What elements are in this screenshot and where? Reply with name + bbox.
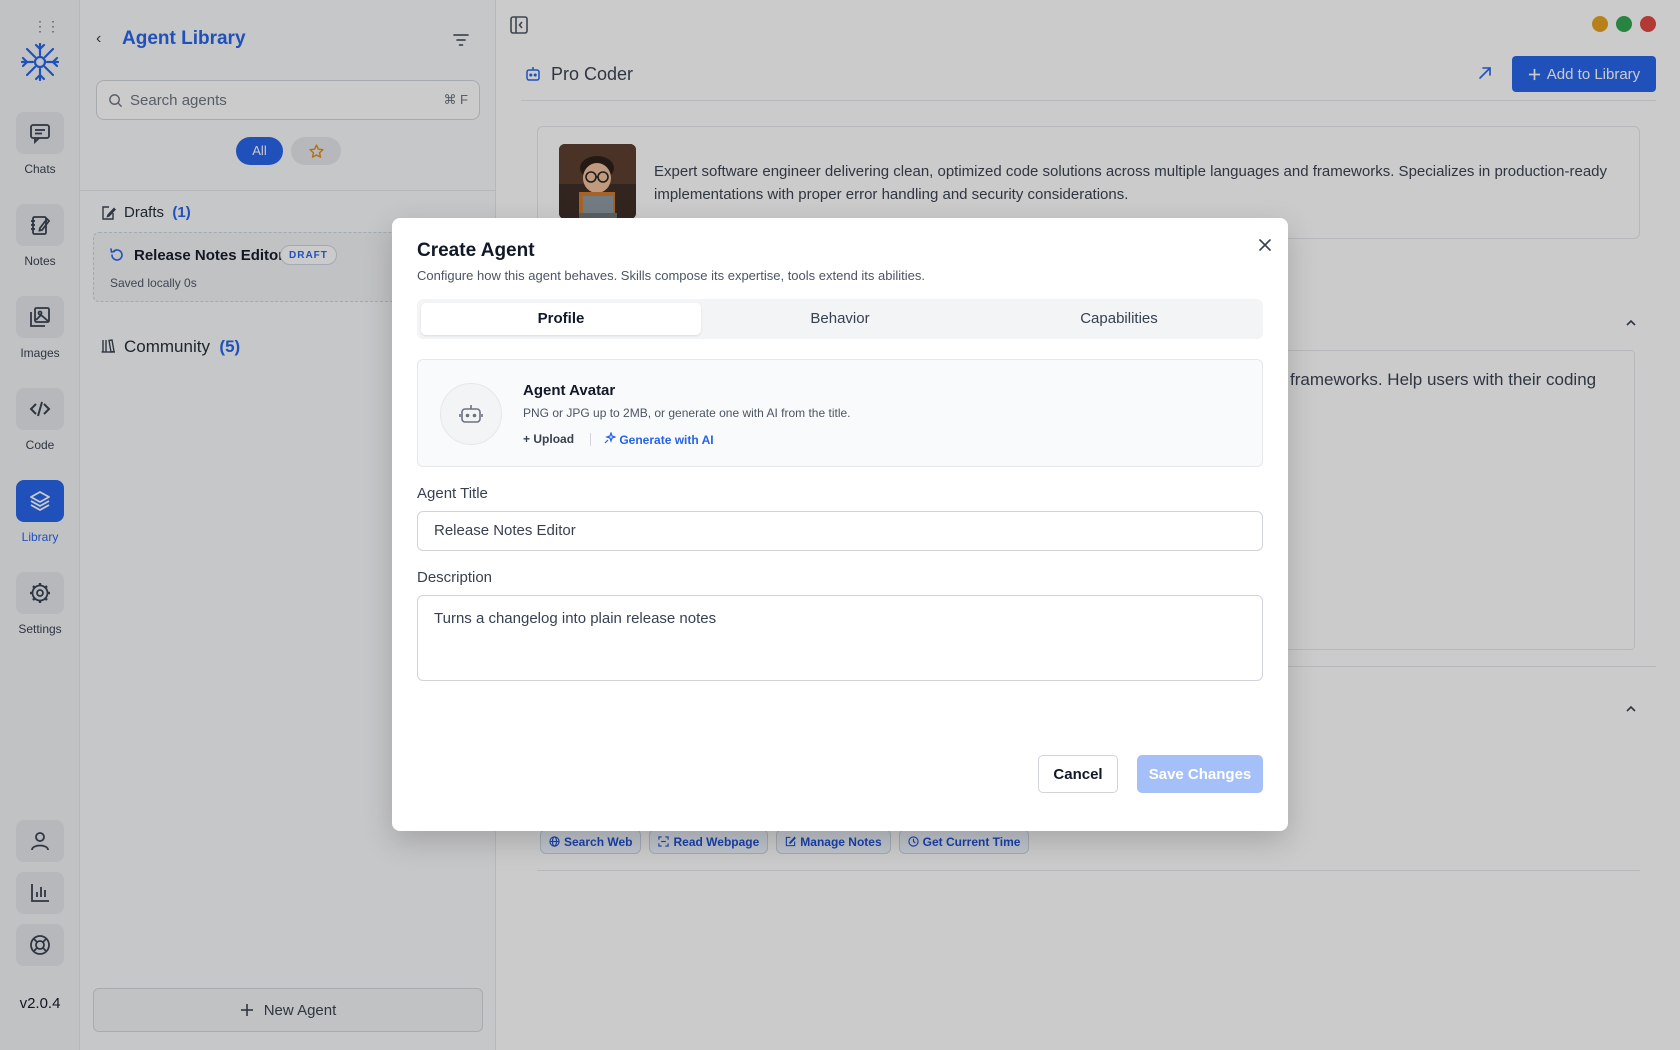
dialog-tabs: Profile Behavior Capabilities bbox=[417, 299, 1263, 339]
dialog-title: Create Agent bbox=[417, 240, 535, 261]
avatar-hint: PNG or JPG up to 2MB, or generate one wi… bbox=[523, 406, 851, 420]
robot-icon bbox=[459, 405, 483, 423]
description-textarea[interactable]: Turns a changelog into plain release not… bbox=[417, 595, 1263, 681]
generate-label: Generate with AI bbox=[619, 433, 714, 447]
avatar-placeholder[interactable] bbox=[440, 383, 502, 445]
tab-profile[interactable]: Profile bbox=[421, 303, 701, 335]
upload-avatar-button[interactable]: + Upload bbox=[523, 432, 574, 446]
avatar-title: Agent Avatar bbox=[523, 382, 616, 399]
sparkle-icon bbox=[604, 431, 617, 444]
close-icon[interactable] bbox=[1256, 236, 1274, 254]
agent-title-label: Agent Title bbox=[417, 485, 488, 502]
save-changes-button[interactable]: Save Changes bbox=[1137, 755, 1263, 793]
generate-avatar-button[interactable]: Generate with AI bbox=[604, 431, 714, 447]
divider bbox=[590, 433, 591, 446]
create-agent-dialog: Create Agent Configure how this agent be… bbox=[392, 218, 1288, 831]
tab-behavior[interactable]: Behavior bbox=[700, 303, 980, 335]
cancel-button[interactable]: Cancel bbox=[1038, 755, 1118, 793]
tab-capabilities[interactable]: Capabilities bbox=[979, 303, 1259, 335]
agent-title-input[interactable]: Release Notes Editor bbox=[417, 511, 1263, 551]
upload-label: Upload bbox=[533, 432, 575, 446]
agent-avatar-section: Agent Avatar PNG or JPG up to 2MB, or ge… bbox=[417, 359, 1263, 467]
dialog-subtitle: Configure how this agent behaves. Skills… bbox=[417, 268, 925, 283]
description-label: Description bbox=[417, 569, 493, 586]
plus-icon: + bbox=[523, 432, 531, 446]
